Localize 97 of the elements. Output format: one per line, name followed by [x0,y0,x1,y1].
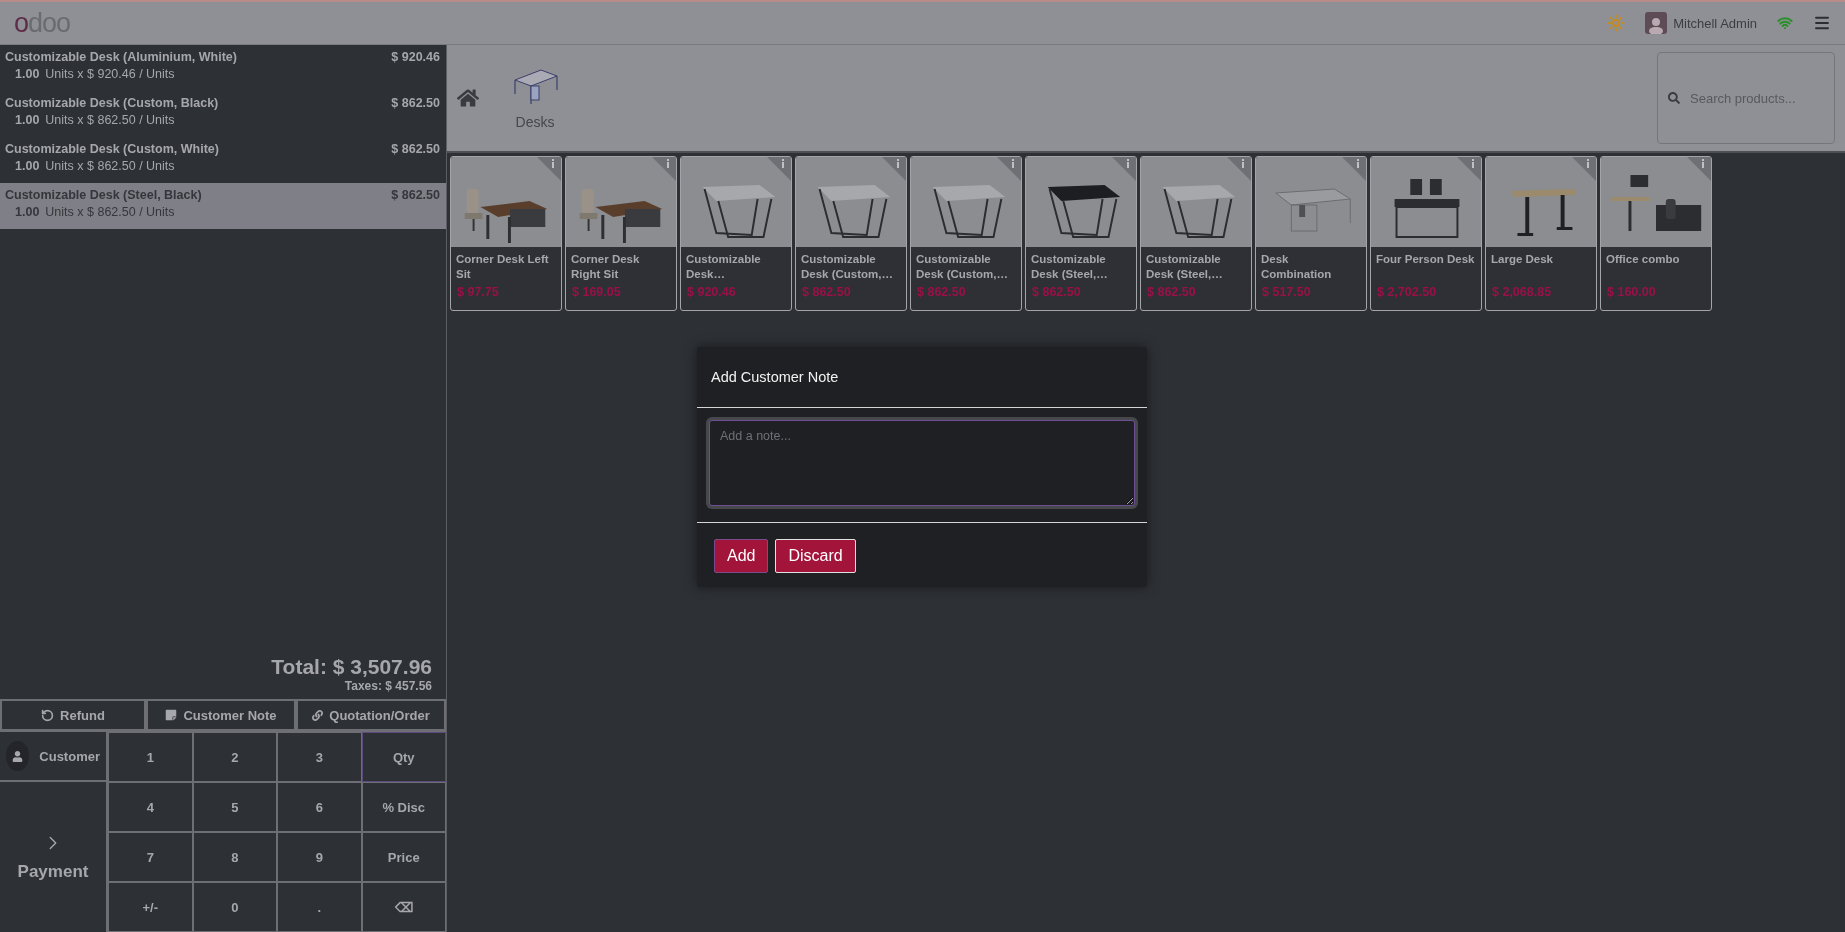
product-name: Desk Combination [1260,252,1333,282]
product-name: Customizable Desk (Steel,… [1145,252,1224,282]
note-icon [165,709,178,721]
product-name: Corner Desk Right Sit [570,252,641,282]
product-price: $ 517.50 [1261,284,1312,299]
numpad-key[interactable]: 7 [108,832,193,882]
info-icon[interactable] [767,157,791,181]
product-name: Customizable Desk (Aluminium, White) [5,50,237,64]
product-name: Customizable Desk (Custom, Black) [5,96,219,110]
info-icon[interactable] [997,157,1021,181]
category-button[interactable]: Desks [507,58,563,138]
quantity: 1.00 [15,159,40,173]
numpad-key[interactable]: 0 [192,882,277,932]
dialog-title: Add Customer Note [697,347,1147,408]
product-name: Customizable Desk (Custom,… [915,252,1010,282]
product-card[interactable]: Customizable Desk (Custom,… $ 862.50 [910,156,1022,311]
user-name[interactable]: Mitchell Admin [1673,15,1757,31]
line-price: $ 920.46 [391,50,440,64]
control-button[interactable]: Quotation/Order [296,699,446,731]
order-total: Total: $ 3,507.96 [271,655,432,679]
order-taxes: Taxes: $ 457.56 [344,679,432,693]
product-price: $ 862.50 [1146,284,1197,299]
product-card[interactable]: Customizable Desk… $ 920.46 [680,156,792,311]
product-price: $ 920.46 [686,284,737,299]
numpad-key[interactable]: 1 [108,732,193,782]
quantity: 1.00 [15,113,40,127]
numpad-key[interactable]: % Disc [361,782,446,832]
unit-price: Units x $ 920.46 / Units [45,67,175,81]
product-price: $ 2,702.50 [1376,284,1438,299]
info-icon[interactable] [1112,157,1136,181]
home-icon[interactable] [457,87,479,109]
numpad-key[interactable]: +/- [108,882,193,932]
numpad-key[interactable]: 8 [192,832,277,882]
unit-price: Units x $ 862.50 / Units [45,159,175,173]
quantity: 1.00 [15,205,40,219]
product-price: $ 97.75 [456,284,500,299]
product-card[interactable]: Customizable Desk (Custom,… $ 862.50 [795,156,907,311]
line-price: $ 862.50 [391,142,440,156]
line-price: $ 862.50 [391,188,440,202]
info-icon[interactable] [1227,157,1251,181]
product-name: Customizable Desk (Steel,… [1030,252,1109,282]
info-icon[interactable] [1687,157,1711,181]
customer-button[interactable]: Customer [0,732,108,782]
product-price: $ 862.50 [916,284,967,299]
product-name: Customizable Desk (Steel, Black) [5,188,202,202]
info-icon[interactable] [1457,157,1481,181]
numpad-key[interactable]: ⌫ [361,882,446,932]
user-icon [12,750,24,762]
numpad-key[interactable]: 3 [277,732,362,782]
product-name: Customizable Desk… [685,252,762,282]
unit-price: Units x $ 862.50 / Units [45,113,175,127]
product-price: $ 169.05 [571,284,622,299]
product-name: Customizable Desk (Custom, White) [5,142,219,156]
numpad-key[interactable]: 5 [192,782,277,832]
info-icon[interactable] [1342,157,1366,181]
product-name: Corner Desk Left Sit [455,252,550,282]
numpad-key[interactable]: 6 [277,782,362,832]
product-card[interactable]: Four Person Desk $ 2,702.50 [1370,156,1482,311]
info-icon[interactable] [652,157,676,181]
search-icon [1668,92,1680,104]
product-card[interactable]: Large Desk $ 2,068.85 [1485,156,1597,311]
info-icon[interactable] [882,157,906,181]
product-card[interactable]: Customizable Desk (Steel,… $ 862.50 [1025,156,1137,311]
info-icon[interactable] [537,157,561,181]
control-button[interactable]: Refund [0,699,146,731]
product-card[interactable]: Customizable Desk (Steel,… $ 862.50 [1140,156,1252,311]
product-price: $ 862.50 [801,284,852,299]
refund-icon [41,708,55,722]
link-icon [312,709,324,721]
product-name: Large Desk [1490,252,1554,267]
control-button[interactable]: Customer Note [146,699,296,731]
numpad-key[interactable]: . [277,882,362,932]
add-button[interactable]: Add [714,539,769,573]
note-field[interactable]: Add a note... [709,420,1135,506]
numpad-key[interactable]: Qty [361,732,446,782]
numpad-key[interactable]: 4 [108,782,193,832]
product-card[interactable]: Office combo $ 160.00 [1600,156,1712,311]
product-price: $ 160.00 [1606,284,1657,299]
product-price: $ 862.50 [1031,284,1082,299]
product-name: Customizable Desk (Custom,… [800,252,895,282]
avatar[interactable] [1645,12,1668,34]
numpad-key[interactable]: Price [361,832,446,882]
info-icon[interactable] [1572,157,1596,181]
numpad-key[interactable]: 2 [192,732,277,782]
unit-price: Units x $ 862.50 / Units [45,205,175,219]
product-card[interactable]: Corner Desk Right Sit $ 169.05 [565,156,677,311]
product-card[interactable]: Desk Combination $ 517.50 [1255,156,1367,311]
product-name: Office combo [1605,252,1681,267]
discard-button[interactable]: Discard [775,539,856,573]
product-name: Four Person Desk [1375,252,1476,267]
line-price: $ 862.50 [391,96,440,110]
quantity: 1.00 [15,67,40,81]
product-card[interactable]: Corner Desk Left Sit $ 97.75 [450,156,562,311]
product-price: $ 2,068.85 [1491,284,1553,299]
wifi-icon [1777,15,1793,31]
numpad-key[interactable]: 9 [277,832,362,882]
menu-icon[interactable] [1813,14,1831,32]
